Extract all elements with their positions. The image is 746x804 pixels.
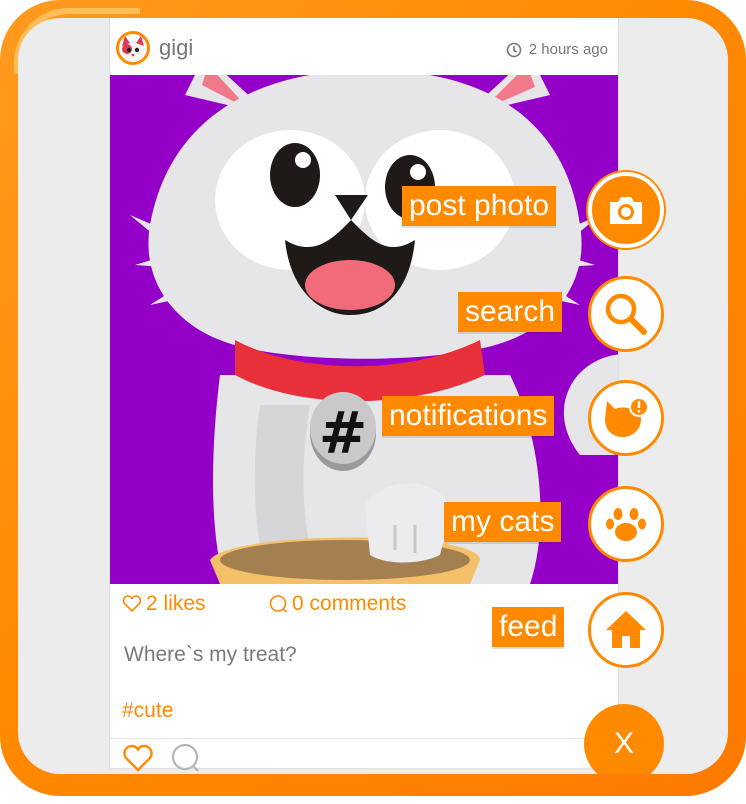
clock-icon [506,42,522,57]
menu-label-post-photo[interactable]: post photo [402,186,557,226]
camera-icon [610,197,642,224]
like-button-heart-icon[interactable] [122,743,154,773]
post-photo-button[interactable] [588,172,664,248]
menu-label-notifications[interactable]: notifications [382,396,555,436]
post-header: gigi 2 hours ago [110,18,618,74]
menu-label-feed[interactable]: feed [492,607,565,647]
hashtag-link[interactable]: #cute [122,699,173,723]
post-card: gigi 2 hours ago # 2 likes 0 comments Wh… [110,18,618,772]
paw-icon [606,508,646,541]
feed-button[interactable] [588,592,664,668]
comments-label: 0 comments [292,592,407,615]
comment-button-icon[interactable] [170,743,202,773]
my-cats-button[interactable] [588,486,664,562]
collar-tag-symbol: # [319,399,368,467]
close-menu-label: X [613,727,634,760]
search-button[interactable] [588,276,664,352]
post-caption: Where`s my treat? [124,643,297,666]
close-menu-button[interactable]: X [584,704,664,774]
cat-alert-icon [605,397,649,437]
comment-icon [269,595,288,613]
comments-count[interactable]: 0 comments [268,592,406,616]
post-actions [110,738,618,772]
menu-label-search[interactable]: search [458,292,563,332]
notifications-button[interactable] [588,380,664,456]
menu-label-my-cats[interactable]: my cats [444,502,562,542]
timestamp: 2 hours ago [528,41,608,58]
avatar[interactable] [116,31,150,65]
username[interactable]: gigi [159,35,193,61]
app-screen: gigi 2 hours ago # 2 likes 0 comments Wh… [18,18,728,774]
search-icon [605,293,647,335]
heart-icon [122,595,142,613]
home-icon [606,611,646,648]
likes-label: 2 likes [146,592,206,615]
post-time: 2 hours ago [506,41,608,58]
device-frame: gigi 2 hours ago # 2 likes 0 comments Wh… [0,0,746,796]
likes-count[interactable]: 2 likes [122,592,206,616]
